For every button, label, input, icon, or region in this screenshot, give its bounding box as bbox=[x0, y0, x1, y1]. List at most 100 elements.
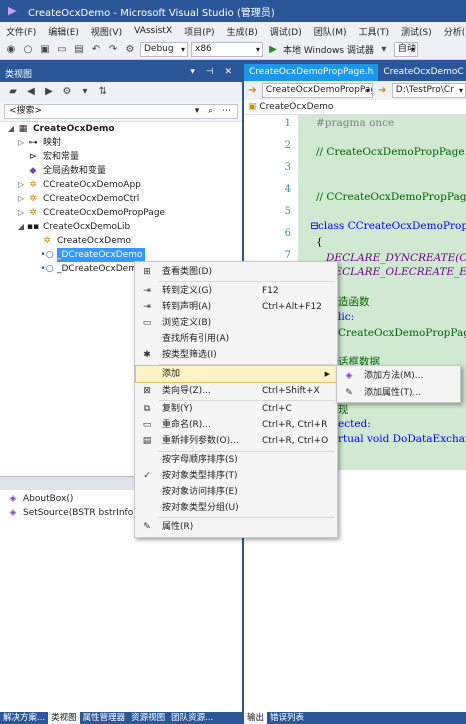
pane-controls[interactable]: ▾ ⊣ ✕ bbox=[190, 67, 236, 77]
tree-item[interactable]: ◢ ▪▪ CreateOcxDemoLib bbox=[16, 220, 130, 234]
menu-item-sort-by-type[interactable]: ✓ 按对象类型排序(T) bbox=[136, 468, 336, 484]
menu-label: 按对象类型排序(T) bbox=[162, 471, 238, 481]
menu-file[interactable]: 文件(F) bbox=[0, 25, 42, 38]
menu-item-sort-by-access[interactable]: 按对象访问排序(E) bbox=[136, 484, 336, 500]
tree-item[interactable]: ◢ ▦ CreateOcxDemo bbox=[6, 122, 115, 136]
search-icon[interactable]: ▾ ⌕ ⋯ bbox=[195, 105, 234, 118]
new-folder-icon[interactable]: ▰ bbox=[6, 85, 20, 99]
menu-edit[interactable]: 编辑(E) bbox=[42, 25, 85, 38]
tree-item[interactable]: ▷ ⊶ 映射 bbox=[16, 136, 61, 150]
menu-label: 转到声明(A) bbox=[162, 302, 212, 312]
menu-team[interactable]: 团队(M) bbox=[308, 25, 353, 38]
tree-label: 宏和常量 bbox=[43, 152, 80, 162]
collapsed-icon[interactable]: ▷ bbox=[16, 206, 26, 220]
menu-analyze[interactable]: 分析(N) bbox=[438, 25, 466, 38]
tab-team-explorer[interactable]: 团队资源... bbox=[168, 712, 216, 724]
menu-item-add-property[interactable]: ✎ 添加属性(T)... bbox=[338, 385, 459, 401]
menu-item-filter-by-type[interactable]: ✱ 按类型筛选(I) bbox=[136, 347, 336, 363]
back-icon[interactable]: ◉ bbox=[4, 43, 18, 57]
forward-icon[interactable]: ○ bbox=[21, 43, 35, 57]
search-placeholder: <搜索> bbox=[9, 106, 43, 116]
menu-item-add-method[interactable]: ◈ 添加方法(M)... bbox=[338, 368, 459, 384]
tree-item[interactable]: ⊳ 宏和常量 bbox=[16, 150, 79, 164]
collapsed-icon[interactable]: ▷ bbox=[16, 136, 26, 150]
nav-back-icon[interactable]: ◀ bbox=[24, 85, 38, 99]
member-item[interactable]: ◈ SetSource(BSTR bstrInfo) bbox=[6, 506, 137, 520]
redo-icon[interactable]: ↷ bbox=[106, 43, 120, 57]
breadcrumb-label: CreateOcxDemo bbox=[259, 102, 334, 112]
menu-shortcut: Ctrl+C bbox=[262, 404, 292, 414]
new-project-icon[interactable]: ▣ bbox=[38, 43, 52, 57]
expanded-icon[interactable]: ◢ bbox=[16, 220, 26, 234]
tab-ctrl[interactable]: CreateOcxDemoC bbox=[378, 64, 466, 81]
tree-item[interactable]: ▷ ✲ CCreateOcxDemoPropPage bbox=[16, 206, 165, 220]
tab-output[interactable]: 输出 bbox=[244, 712, 268, 724]
left-bottom-tabs: 解决方案... 类视图 属性管理器 资源视图 团队资源... bbox=[0, 712, 242, 724]
platform-select[interactable]: x86 bbox=[191, 42, 263, 57]
sync-icon[interactable]: ⇅ bbox=[96, 85, 110, 99]
tree-item-selected[interactable]: •○ _DCreateOcxDemo bbox=[30, 248, 146, 262]
menu-item-go-to-declaration[interactable]: ⇥ 转到声明(A) Ctrl+Alt+F12 bbox=[136, 299, 336, 315]
member-item[interactable]: ◈ AboutBox() bbox=[6, 492, 74, 506]
tab-error-list[interactable]: 错误列表 bbox=[267, 712, 307, 724]
code-line: 造函数 bbox=[338, 296, 370, 308]
tab-property-manager[interactable]: 属性管理器 bbox=[80, 712, 129, 724]
nav-file-select[interactable]: D:\TestPro\Cr bbox=[391, 83, 466, 98]
open-icon[interactable]: ▭ bbox=[55, 43, 69, 57]
save-icon[interactable]: ▤ bbox=[72, 43, 86, 57]
auto-select[interactable]: 自动 bbox=[393, 42, 418, 57]
menu-build[interactable]: 生成(B) bbox=[221, 25, 264, 38]
debugger-dropdown-icon[interactable]: ▾ bbox=[377, 43, 391, 57]
menu-item-properties[interactable]: ✎ 属性(R) bbox=[136, 519, 336, 535]
collapsed-icon[interactable]: ▷ bbox=[16, 192, 26, 206]
tree-label: CreateOcxDemoLib bbox=[43, 222, 131, 232]
menu-item-go-to-definition[interactable]: ⇥ 转到定义(G) F12 bbox=[136, 283, 336, 299]
member-label: AboutBox() bbox=[23, 494, 74, 504]
tab-proppage-h[interactable]: CreateOcxDemoPropPage.h bbox=[244, 64, 379, 81]
class-search-input[interactable]: <搜索> ▾ ⌕ ⋯ bbox=[4, 104, 238, 119]
collapsed-icon[interactable]: ▷ bbox=[16, 178, 26, 192]
nav-scope-select[interactable]: CreateOcxDemoPropPag bbox=[261, 83, 373, 98]
menu-item-find-all-references[interactable]: 查找所有引用(A) bbox=[136, 331, 336, 347]
tab-solution-explorer[interactable]: 解决方案... bbox=[0, 712, 48, 724]
tree-item[interactable]: ✲ CreateOcxDemo bbox=[30, 234, 131, 248]
menu-vassistx[interactable]: VAssistX bbox=[128, 26, 178, 36]
menu-label: 重命名(R)... bbox=[162, 420, 211, 430]
tree-item[interactable]: ▷ ✲ CCreateOcxDemoApp bbox=[16, 178, 141, 192]
line-number: 1 bbox=[284, 118, 291, 129]
menu-item-sort-alpha[interactable]: 按字母顺序排序(S) bbox=[136, 452, 336, 468]
menu-item-view-class-diagram[interactable]: ⊞ 查看类图(D) bbox=[136, 264, 336, 280]
menu-view[interactable]: 视图(V) bbox=[85, 25, 128, 38]
debugger-button[interactable]: 本地 Windows 调试器 bbox=[283, 43, 374, 56]
settings-icon[interactable]: ⚙ bbox=[60, 85, 74, 99]
tab-class-view[interactable]: 类视图 bbox=[48, 712, 80, 724]
attach-icon[interactable]: ⚙ bbox=[123, 43, 137, 57]
line-number: 4 bbox=[284, 184, 291, 195]
menu-item-peek-definition[interactable]: ▭ 浏览定义(B) bbox=[136, 315, 336, 331]
tree-item[interactable]: ▷ ✲ CCreateOcxDemoCtrl bbox=[16, 192, 139, 206]
menu-shortcut: Ctrl+R, Ctrl+O bbox=[262, 436, 329, 446]
menu-item-add[interactable]: 添加 ▶ bbox=[135, 365, 337, 383]
undo-icon[interactable]: ↶ bbox=[89, 43, 103, 57]
menu-item-reorder-parameters[interactable]: ▤ 重新排列参数(O)... Ctrl+R, Ctrl+O bbox=[136, 433, 336, 449]
code-line: // CCreateOcxDemoPropPage bbox=[316, 191, 466, 203]
tree-item[interactable]: ◆ 全局函数和变量 bbox=[16, 164, 106, 178]
class-icon: ✲ bbox=[29, 208, 37, 218]
menu-item-group-by-type[interactable]: 按对象类型分组(U) bbox=[136, 500, 336, 516]
start-debug-icon[interactable]: ▶ bbox=[266, 43, 280, 57]
menu-item-copy[interactable]: ⧉ 复制(Y) Ctrl+C bbox=[136, 401, 336, 417]
settings-dropdown-icon[interactable]: ▾ bbox=[78, 85, 92, 99]
breadcrumb[interactable]: ▣ CreateOcxDemo bbox=[244, 100, 466, 115]
menu-item-rename[interactable]: ▭ 重命名(R)... Ctrl+R, Ctrl+R bbox=[136, 417, 336, 433]
nav-forward-icon[interactable]: ▶ bbox=[42, 85, 56, 99]
add-submenu: ◈ 添加方法(M)... ✎ 添加属性(T)... bbox=[336, 365, 461, 403]
expanded-icon[interactable]: ◢ bbox=[6, 122, 16, 136]
menu-project[interactable]: 项目(P) bbox=[178, 25, 220, 38]
menu-tools[interactable]: 工具(T) bbox=[353, 25, 396, 38]
menu-debug[interactable]: 调试(D) bbox=[264, 25, 308, 38]
menu-item-class-wizard[interactable]: ⊠ 类向导(Z)... Ctrl+Shift+X bbox=[136, 383, 336, 399]
member-label: SetSource(BSTR bstrInfo) bbox=[23, 508, 137, 518]
tab-resource-view[interactable]: 资源视图 bbox=[128, 712, 168, 724]
config-select[interactable]: Debug bbox=[140, 42, 188, 57]
menu-test[interactable]: 测试(S) bbox=[395, 25, 438, 38]
